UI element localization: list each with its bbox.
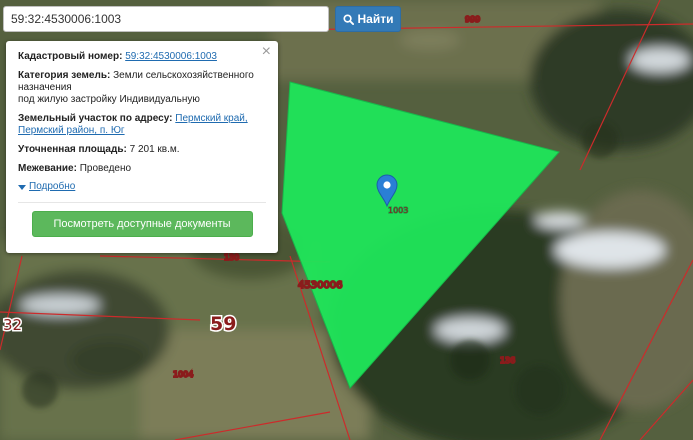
close-icon[interactable]: ×: [262, 44, 271, 60]
address-label: Земельный участок по адресу:: [18, 113, 173, 124]
cadastral-number-label: Кадастровый номер:: [18, 51, 123, 62]
address-link-locality[interactable]: Пермский район, п. Юг: [18, 125, 125, 136]
map-label-59: 59: [210, 313, 236, 335]
caret-down-icon: [18, 184, 26, 190]
map-label-32: 32: [3, 316, 22, 334]
map-label-4530006: 4530006: [298, 280, 343, 291]
search-button[interactable]: Найти: [335, 6, 401, 32]
address-link-region[interactable]: Пермский край,: [175, 113, 247, 124]
map-label-136: 136: [500, 356, 515, 365]
map-label-1003: 1003: [388, 206, 408, 215]
details-link[interactable]: Подробно: [29, 181, 75, 193]
area-row: Уточненная площадь: 7 201 кв.м.: [18, 144, 266, 156]
land-category-row: Категория земель: Земли сельскохозяйстве…: [18, 70, 266, 106]
map-label-1004: 1004: [173, 370, 193, 379]
land-category-label: Категория земель:: [18, 70, 111, 81]
details-toggle[interactable]: Подробно: [18, 181, 266, 193]
search-icon: [342, 13, 354, 25]
survey-label: Межевание:: [18, 163, 77, 174]
land-category-value-line2: назначения: [18, 82, 72, 93]
survey-value: Проведено: [79, 163, 132, 174]
cadastral-number-row: Кадастровый номер: 59:32:4530006:1003: [18, 51, 266, 63]
cadastral-number-link[interactable]: 59:32:4530006:1003: [125, 51, 217, 62]
land-category-value: Земли сельскохозяйственного: [113, 70, 254, 81]
parcel-info-popup: × Кадастровый номер: 59:32:4530006:1003 …: [6, 41, 278, 253]
area-label: Уточненная площадь:: [18, 144, 127, 155]
popup-divider: [18, 202, 266, 203]
search-bar: Найти: [3, 6, 401, 32]
view-documents-button[interactable]: Посмотреть доступные документы: [31, 211, 253, 237]
survey-row: Межевание: Проведено: [18, 163, 266, 175]
address-row: Земельный участок по адресу: Пермский кр…: [18, 113, 266, 137]
search-input[interactable]: [3, 6, 329, 32]
area-value: 7 201 кв.м.: [129, 144, 180, 155]
land-use-value: под жилую застройку Индивидуальную: [18, 94, 200, 105]
search-button-label: Найти: [357, 12, 394, 26]
map-label-130: 130: [224, 253, 239, 262]
map-label-999: 999: [465, 15, 480, 24]
